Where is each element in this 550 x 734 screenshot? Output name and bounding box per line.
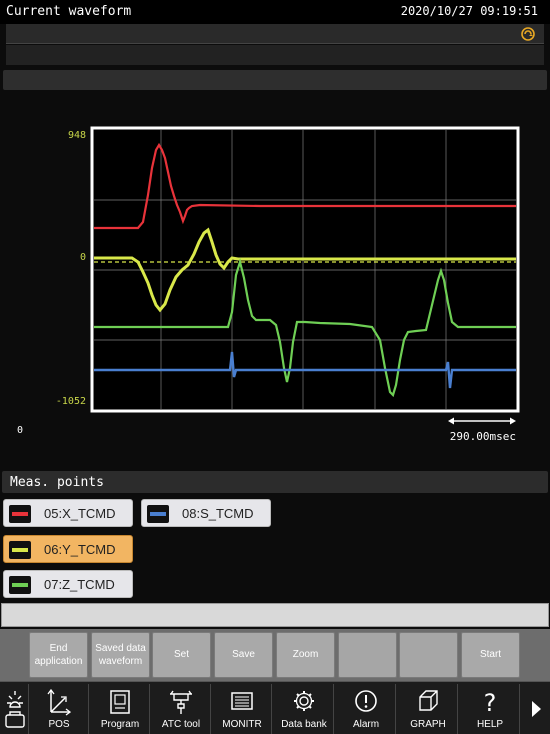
meas-point-z-tcmd[interactable]: 07:Z_TCMD — [3, 570, 133, 598]
color-swatch-blue — [147, 505, 169, 523]
title-bar: Current waveform 2020/10/27 09:19:51 — [0, 0, 550, 24]
input-bar[interactable] — [1, 603, 549, 627]
svg-text:?: ? — [484, 689, 497, 716]
meas-point-y-tcmd[interactable]: 06:Y_TCMD — [3, 535, 133, 563]
menu-label: HELP — [476, 719, 504, 730]
softkey-empty-7[interactable] — [399, 632, 458, 678]
program-icon — [110, 690, 130, 714]
menu-graph[interactable]: GRAPH — [398, 684, 458, 734]
menu-label: MONITR — [222, 719, 262, 730]
main-menu: POS Program ATC tool MONITR Data bank Al… — [0, 681, 550, 734]
y-label-zero: 0 — [80, 252, 86, 263]
monitor-icon — [231, 692, 253, 710]
color-swatch-red — [9, 505, 31, 523]
save-button[interactable]: Save — [214, 632, 273, 678]
end-application-button[interactable]: End application — [29, 632, 88, 678]
menu-monitr[interactable]: MONITR — [212, 684, 272, 734]
datetime: 2020/10/27 09:19:51 — [400, 4, 538, 18]
menu-label: Alarm — [352, 719, 380, 730]
menu-label: ATC tool — [161, 719, 201, 730]
plot-area — [90, 126, 520, 413]
menu-program[interactable]: Program — [90, 684, 150, 734]
meas-point-label: 05:X_TCMD — [44, 506, 116, 521]
menu-label: Program — [100, 719, 140, 730]
meas-points-title: Meas. points — [10, 475, 104, 490]
waveform-chart: 948 0 -1052 0 290.00msec — [17, 126, 520, 443]
menu-help[interactable]: ? HELP — [460, 684, 520, 734]
menu-alarm[interactable]: Alarm — [336, 684, 396, 734]
menu-pos[interactable]: POS — [29, 684, 89, 734]
menu-label: POS — [48, 719, 70, 730]
time-scale-label: 290.00msec — [450, 430, 516, 443]
cube-icon — [419, 690, 438, 711]
menu-atc-tool[interactable]: ATC tool — [151, 684, 211, 734]
set-button[interactable]: Set — [152, 632, 211, 678]
softkey-empty-6[interactable] — [338, 632, 397, 678]
operator-icon — [5, 691, 25, 728]
time-scale-indicator: 290.00msec — [448, 417, 516, 443]
color-swatch-yellow — [9, 541, 31, 559]
y-label-top: 948 — [68, 130, 86, 141]
menu-data-bank[interactable]: Data bank — [274, 684, 334, 734]
atc-tool-icon — [170, 690, 192, 714]
start-button[interactable]: Start — [461, 632, 520, 678]
y-label-bottom: -1052 — [56, 396, 86, 407]
zoom-button[interactable]: Zoom — [276, 632, 335, 678]
saved-data-waveform-button[interactable]: Saved data waveform — [91, 632, 150, 678]
sync-icon[interactable] — [520, 26, 536, 42]
help-icon: ? — [484, 689, 497, 716]
meas-point-s-tcmd[interactable]: 08:S_TCMD — [141, 499, 271, 527]
softkey-row: End application Saved data waveform Set … — [0, 629, 550, 681]
status-bar — [3, 70, 547, 90]
message-bar — [6, 24, 544, 44]
meas-point-label: 06:Y_TCMD — [44, 542, 116, 557]
alarm-icon — [355, 690, 377, 712]
meas-point-label: 07:Z_TCMD — [44, 577, 115, 592]
gear-icon — [294, 691, 314, 711]
chevron-right-icon — [532, 701, 541, 717]
menu-label: Data bank — [281, 719, 327, 730]
message-bar-secondary — [6, 45, 544, 65]
meas-point-x-tcmd[interactable]: 05:X_TCMD — [3, 499, 133, 527]
page-title: Current waveform — [6, 4, 132, 19]
x-origin-label: 0 — [17, 425, 23, 436]
menu-operator[interactable] — [0, 684, 29, 734]
axes-icon — [47, 688, 71, 716]
meas-points-header: Meas. points — [2, 471, 548, 493]
menu-next-button[interactable] — [522, 684, 550, 734]
menu-label: GRAPH — [410, 719, 446, 730]
color-swatch-green — [9, 576, 31, 594]
meas-point-label: 08:S_TCMD — [182, 506, 254, 521]
